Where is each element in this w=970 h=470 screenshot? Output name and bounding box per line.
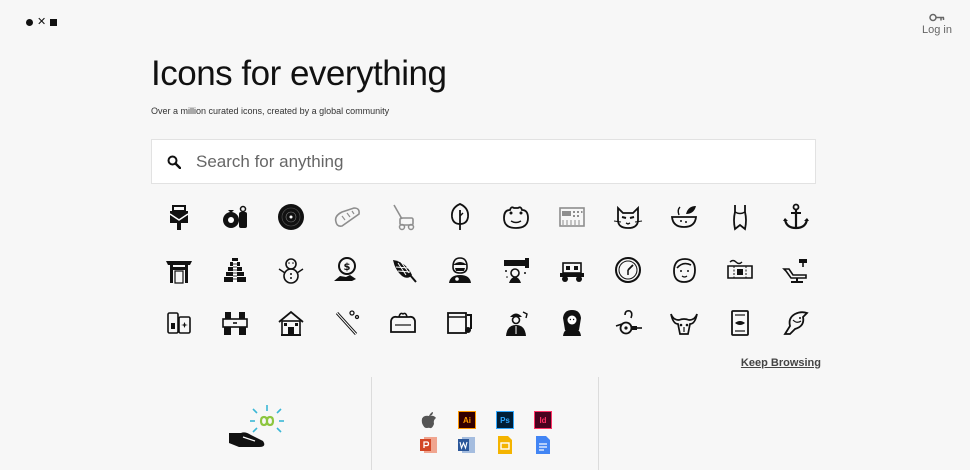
mailbox-icon[interactable] xyxy=(151,190,207,243)
farm-tractor-icon[interactable] xyxy=(544,243,600,296)
google-docs-icon xyxy=(534,436,552,454)
indesign-icon: Id xyxy=(534,411,552,429)
keep-browsing-link[interactable]: Keep Browsing xyxy=(741,357,821,369)
photoshop-label: Ps xyxy=(500,415,510,425)
woman-portrait-icon[interactable] xyxy=(544,296,600,349)
photoshop-icon: Ps xyxy=(496,411,514,429)
bread-loaf-icon[interactable] xyxy=(319,190,375,243)
corn-icon[interactable] xyxy=(375,243,431,296)
pyramid-icon[interactable] xyxy=(207,243,263,296)
frog-icon[interactable] xyxy=(488,190,544,243)
rickshaw-icon[interactable] xyxy=(600,296,656,349)
feature-card-third xyxy=(598,377,825,470)
feature-card-apps: Ai Ps Id xyxy=(371,377,598,470)
clock-icon[interactable] xyxy=(600,243,656,296)
logo-dot xyxy=(26,19,33,26)
hand-infinity-icon xyxy=(229,405,284,447)
tissue-box-icon[interactable] xyxy=(375,296,431,349)
search-icon[interactable] xyxy=(152,155,196,169)
music-note-icon[interactable] xyxy=(431,296,487,349)
page-subtitle: Over a million curated icons, created by… xyxy=(151,106,390,116)
icon-grid: $ xyxy=(151,190,824,349)
indesign-label: Id xyxy=(539,415,547,425)
illustrator-label: Ai xyxy=(463,415,471,425)
wizard-scene-icon[interactable] xyxy=(488,243,544,296)
vinyl-record-icon[interactable] xyxy=(263,190,319,243)
worker-icon[interactable] xyxy=(488,296,544,349)
anchor-icon[interactable] xyxy=(768,190,824,243)
noun-project-logo[interactable]: ✕ xyxy=(26,16,58,28)
login-label: Log in xyxy=(922,24,952,36)
doctor-icon[interactable] xyxy=(431,243,487,296)
hair-brush-icon[interactable] xyxy=(319,296,375,349)
logo-x: ✕ xyxy=(37,16,47,28)
feature-card-unlimited xyxy=(145,377,371,470)
bottom-features: Ai Ps Id xyxy=(145,377,825,470)
herbal-tea-icon[interactable] xyxy=(656,190,712,243)
search-bar[interactable] xyxy=(151,139,816,184)
money-bags-icon[interactable] xyxy=(207,190,263,243)
lawn-mower-icon[interactable] xyxy=(375,190,431,243)
synthesizer-icon[interactable] xyxy=(544,190,600,243)
search-input[interactable] xyxy=(196,140,815,183)
book-lips-icon[interactable] xyxy=(712,296,768,349)
tree-icon[interactable] xyxy=(431,190,487,243)
ticket-icon[interactable] xyxy=(712,243,768,296)
key-icon xyxy=(929,13,945,22)
bull-skull-icon[interactable] xyxy=(656,296,712,349)
apple-icon xyxy=(420,411,438,429)
dentist-chair-icon[interactable] xyxy=(768,243,824,296)
hand-currency-icon[interactable]: $ xyxy=(319,243,375,296)
app-integrations: Ai Ps Id xyxy=(420,411,552,454)
snowman-icon[interactable] xyxy=(263,243,319,296)
login-button[interactable]: Log in xyxy=(922,13,952,36)
powerpoint-icon xyxy=(420,436,438,454)
illustrator-icon: Ai xyxy=(458,411,476,429)
temple-gate-icon[interactable] xyxy=(151,243,207,296)
swimsuit-icon[interactable] xyxy=(712,190,768,243)
bird-icon[interactable] xyxy=(768,296,824,349)
baby-icon[interactable] xyxy=(656,243,712,296)
hero: Icons for everything Over a million cura… xyxy=(151,54,816,116)
house-icon[interactable] xyxy=(263,296,319,349)
word-icon xyxy=(458,436,476,454)
google-slides-icon xyxy=(496,436,514,454)
svg-text:$: $ xyxy=(344,262,351,273)
logo-square xyxy=(50,19,58,26)
page-title: Icons for everything xyxy=(151,54,447,93)
cat-face-icon[interactable] xyxy=(600,190,656,243)
devices-icon[interactable] xyxy=(151,296,207,349)
kitchen-icon[interactable] xyxy=(207,296,263,349)
